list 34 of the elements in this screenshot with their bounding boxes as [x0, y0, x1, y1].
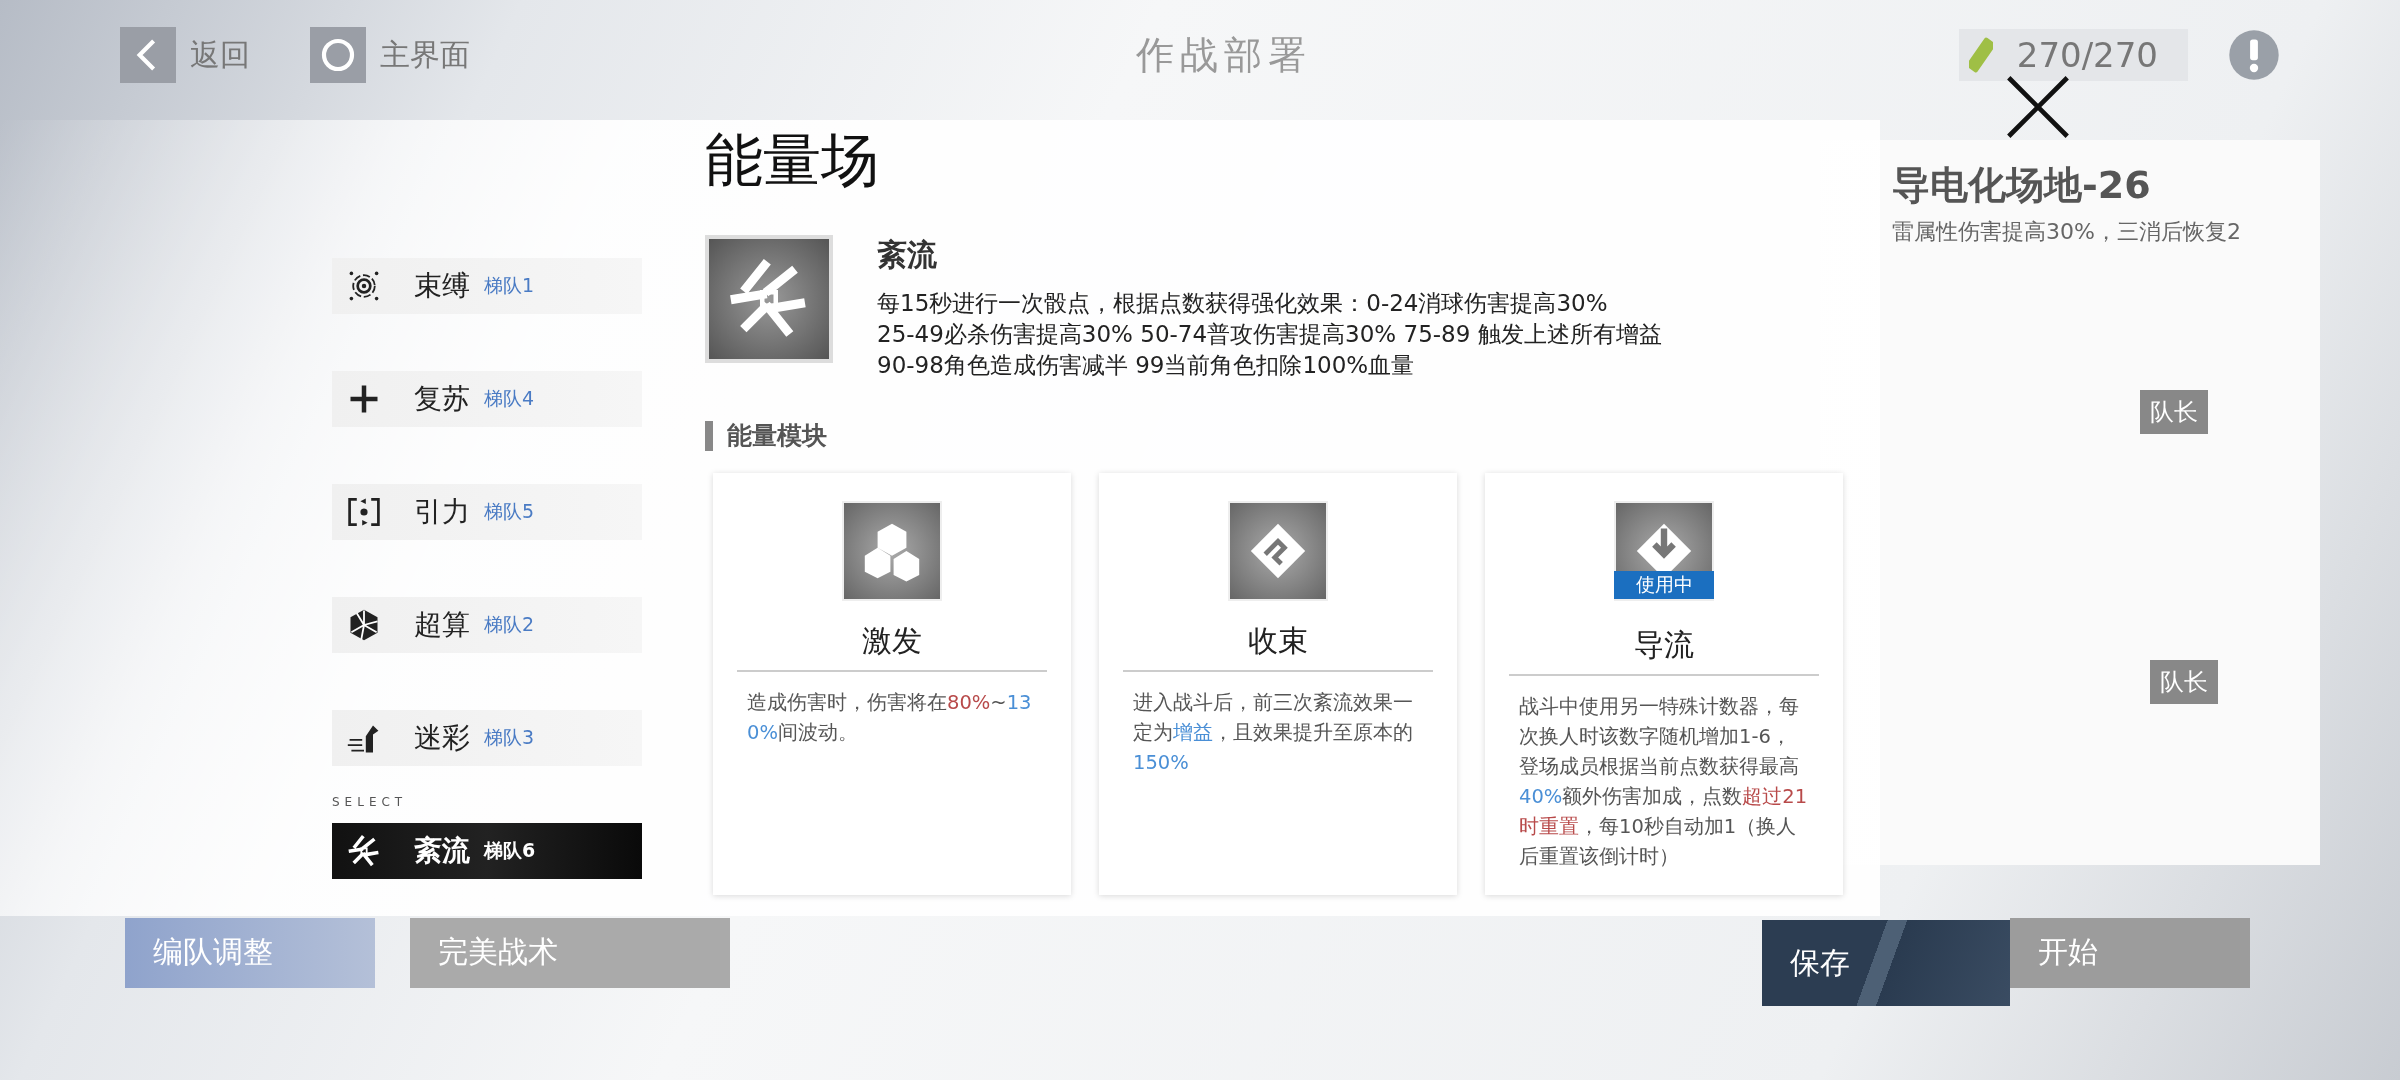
team-item[interactable]: 束缚 梯队1: [332, 258, 642, 314]
module-card[interactable]: 激发 造成伤害时，伤害将在80%~130%间波动。: [713, 473, 1071, 895]
team-item[interactable]: 超算 梯队2: [332, 597, 642, 653]
field-description: 90-98角色造成伤害减半 99当前角色扣除100%血量: [877, 351, 1415, 380]
field-description: 每15秒进行一次骰点，根据点数获得强化效果：0-24消球伤害提高30%: [877, 289, 1608, 318]
alert-icon[interactable]: [2228, 29, 2280, 81]
select-label: SELECT: [332, 795, 408, 809]
stage-effect: 雷属性伤害提高30%，三消后恢复2: [1892, 218, 2242, 246]
module-name: 导流: [1509, 625, 1819, 676]
team-item[interactable]: 紊流 梯队6: [332, 823, 642, 879]
team-item[interactable]: 引力 梯队5: [332, 484, 642, 540]
in-use-badge: 使用中: [1614, 571, 1714, 599]
leader-tag: 队长: [2140, 390, 2208, 434]
stamina-value: 270/270: [2016, 35, 2158, 75]
module-description: 进入战斗后，前三次紊流效果一定为增益，且效果提升至原本的 150%: [1133, 690, 1414, 776]
dialog-title: 能量场: [705, 125, 879, 195]
close-icon[interactable]: [2005, 74, 2071, 140]
stage-name: 导电化场地-26: [1892, 162, 2152, 209]
save-button[interactable]: 保存: [1762, 920, 2010, 1006]
module-name: 收束: [1123, 621, 1433, 672]
field-name: 紊流: [877, 236, 937, 274]
team-item[interactable]: 迷彩 梯队3: [332, 710, 642, 766]
section-title: 能量模块: [705, 421, 827, 451]
field-description: 25-49必杀伤害提高30% 50-74普攻伤害提高30% 75-89 触发上述所有增益: [877, 320, 1662, 349]
team-item[interactable]: 复苏 梯队4: [332, 371, 642, 427]
module-description: 战斗中使用另一特殊计数器，每次换人时该数字随机增加1-6，登场成员根据当前点数获得最高 40%额外伤害加成，点数超过21时重置，每10秒自动加1（换人后重置该倒计时）: [1519, 694, 1809, 870]
leader-tag: 队长: [2150, 660, 2218, 704]
team-icon: [346, 833, 382, 869]
module-card[interactable]: 使用中 导流 战斗中使用另一特殊计数器，每次换人时该数字随机增加1-6，登场成员根据当前点数获得最高 40%额外伤害加成，点数超过21时重置，每10秒自动加1（换人后重置该倒计时）: [1485, 473, 1843, 895]
module-description: 造成伤害时，伤害将在80%~130%间波动。: [747, 690, 1033, 746]
page-title: 作战部署: [1136, 31, 1313, 79]
module-card[interactable]: 收束 进入战斗后，前三次紊流效果一定为增益，且效果提升至原本的 150%: [1099, 473, 1457, 895]
chevron-left-icon: [120, 27, 176, 83]
module-name: 激发: [737, 621, 1047, 672]
